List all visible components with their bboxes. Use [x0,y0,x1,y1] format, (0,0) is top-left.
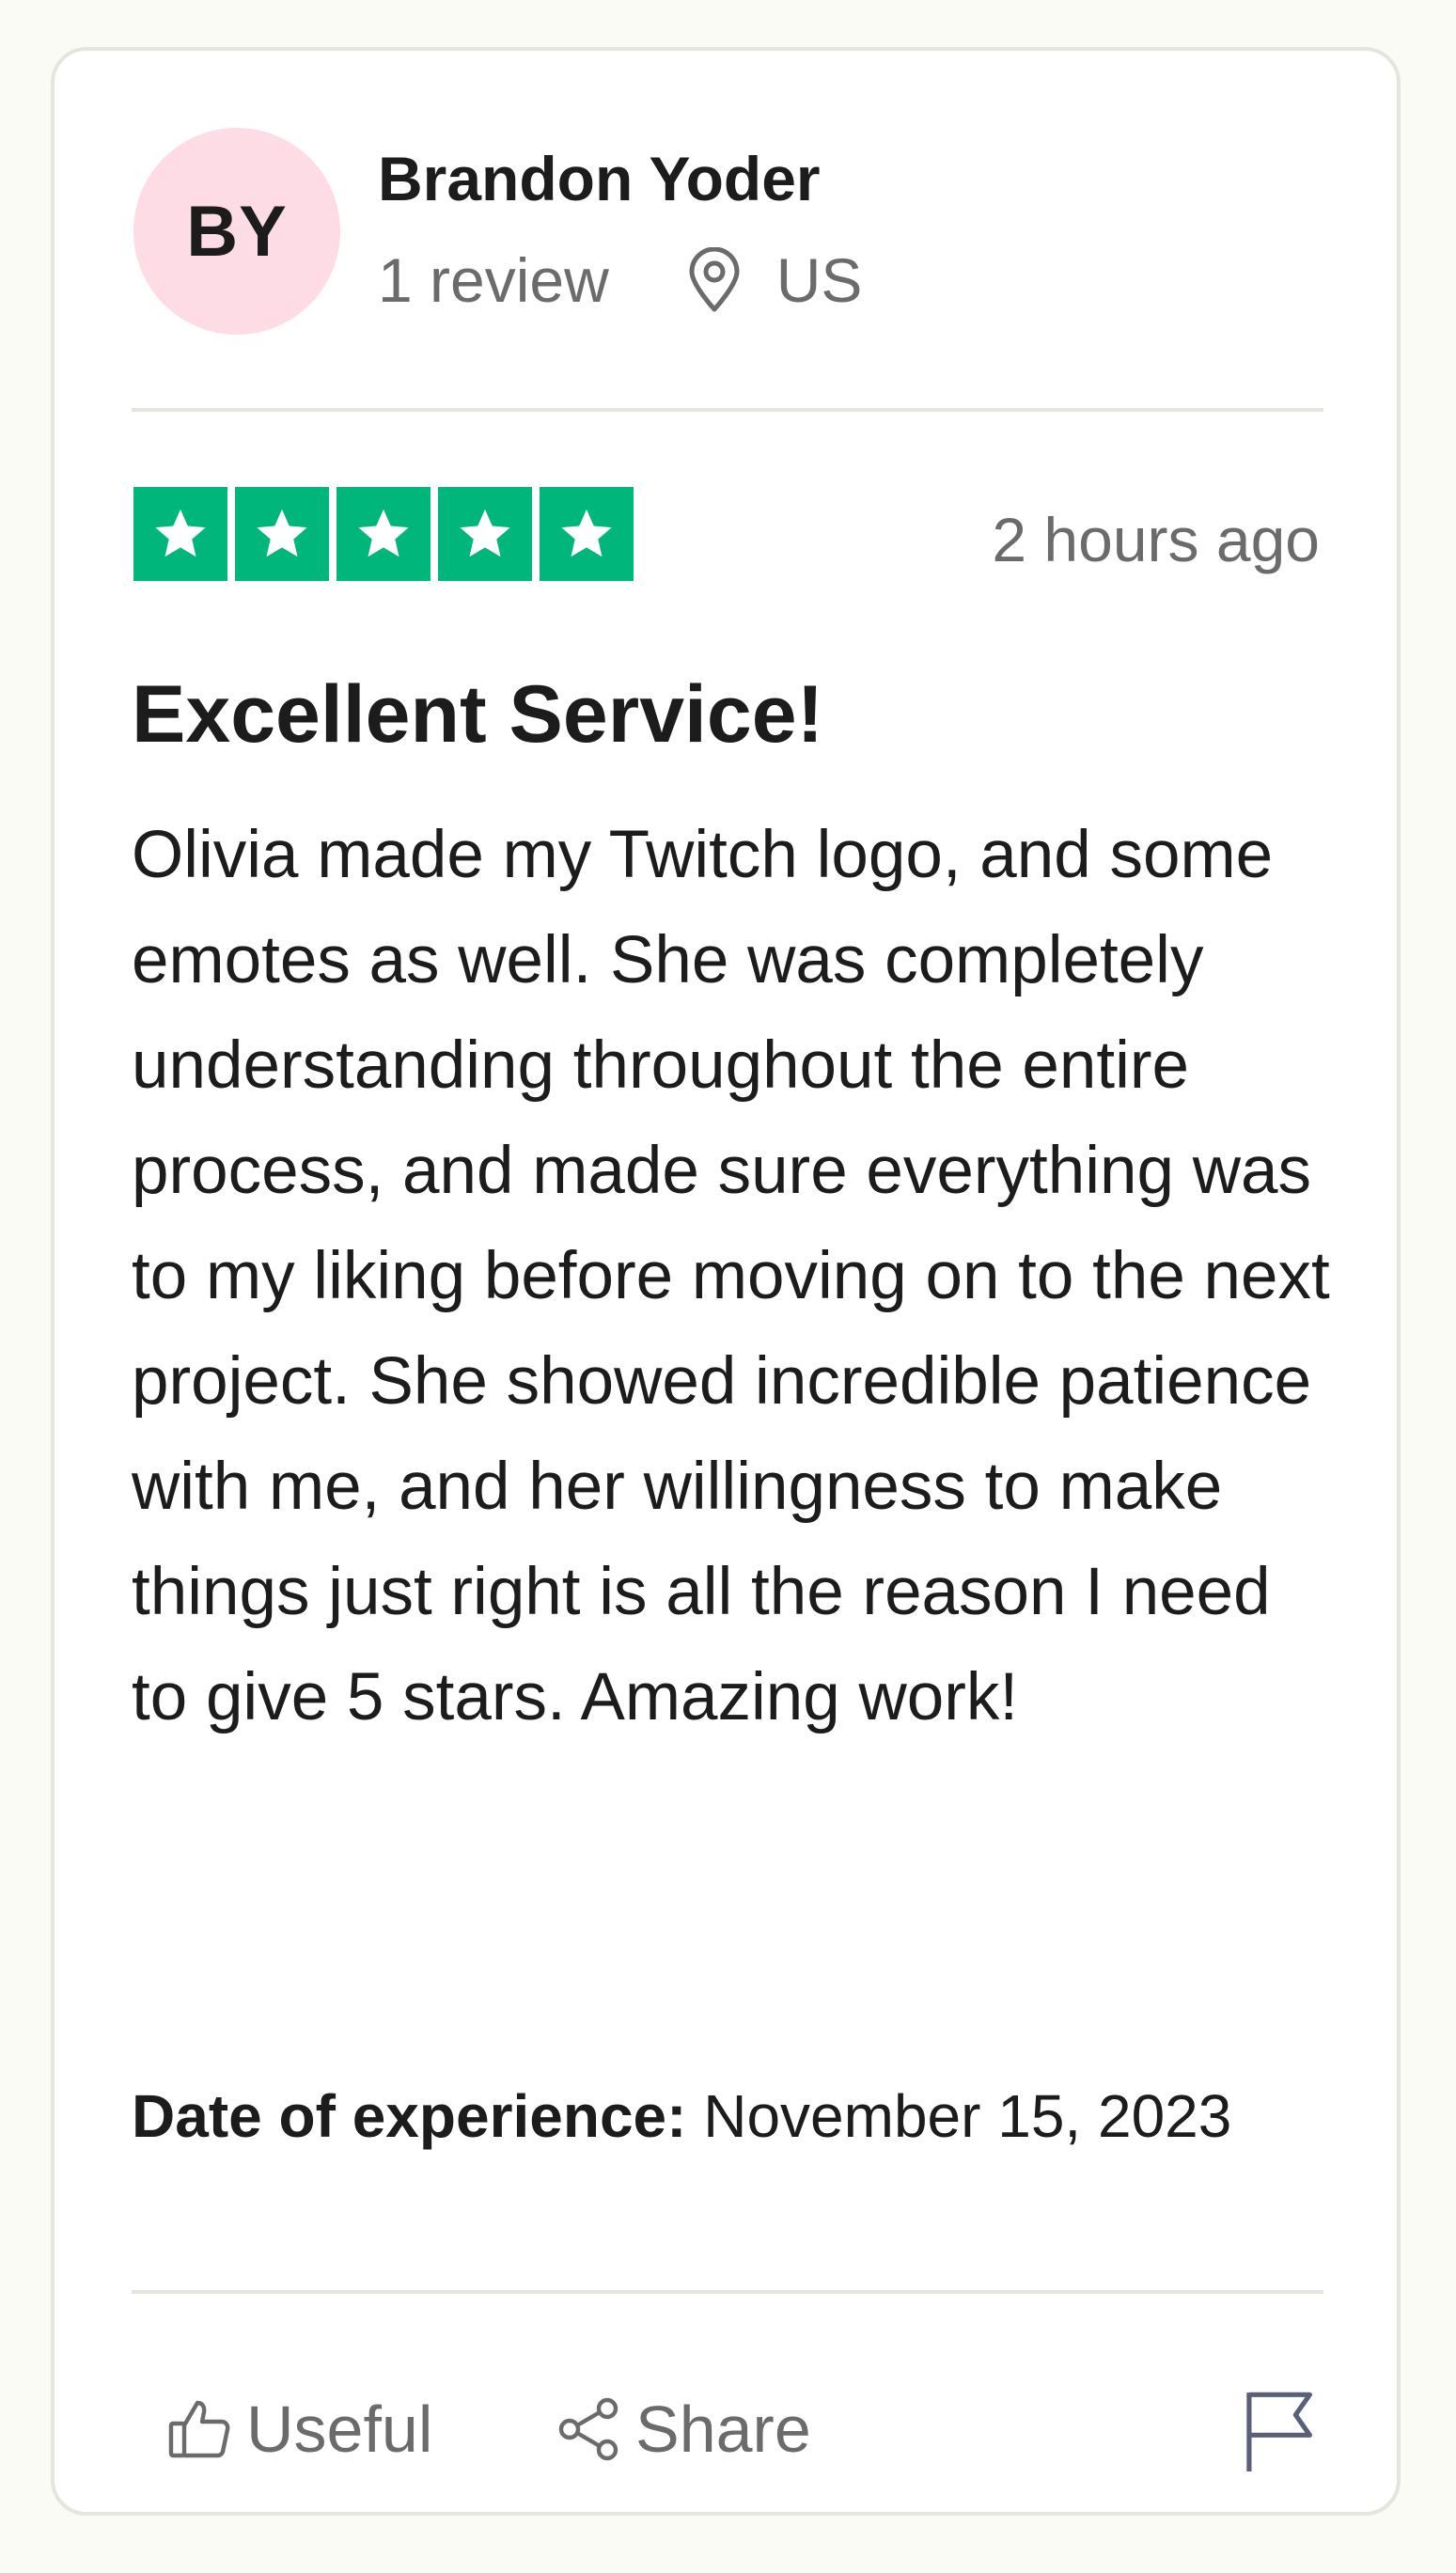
share-icon [555,2395,622,2463]
date-of-experience: Date of experience: November 15, 2023 [132,2070,1325,2162]
review-card: BY Brandon Yoder 1 review US 2 hours ago… [51,47,1401,2516]
date-value: November 15, 2023 [703,2082,1232,2150]
reviewer-name[interactable]: Brandon Yoder [378,141,821,216]
date-label: Date of experience: [132,2082,687,2150]
star-icon [540,487,634,581]
reviewer-country: US [775,245,863,315]
avatar-initials: BY [186,191,288,272]
review-actions: Useful Share [55,2373,1397,2486]
star-icon [133,487,227,581]
reviewer-meta: 1 review US [378,243,862,318]
flag-icon[interactable] [1237,2386,1318,2476]
star-icon [438,487,532,581]
star-rating [133,487,634,581]
thumbs-up-icon [165,2395,233,2463]
useful-label: Useful [246,2393,433,2466]
review-body: Olivia made my Twitch logo, and some emo… [132,818,1330,1734]
location-pin-icon [686,247,743,313]
star-icon [337,487,431,581]
avatar[interactable]: BY [133,128,340,335]
review-title[interactable]: Excellent Service! [132,667,823,761]
review-time: 2 hours ago [992,505,1320,574]
share-button[interactable]: Share [555,2373,811,2486]
review-count: 1 review [378,245,609,315]
useful-button[interactable]: Useful [165,2373,432,2486]
divider [132,408,1323,412]
star-icon [235,487,329,581]
share-label: Share [635,2393,811,2466]
divider [132,2290,1323,2294]
